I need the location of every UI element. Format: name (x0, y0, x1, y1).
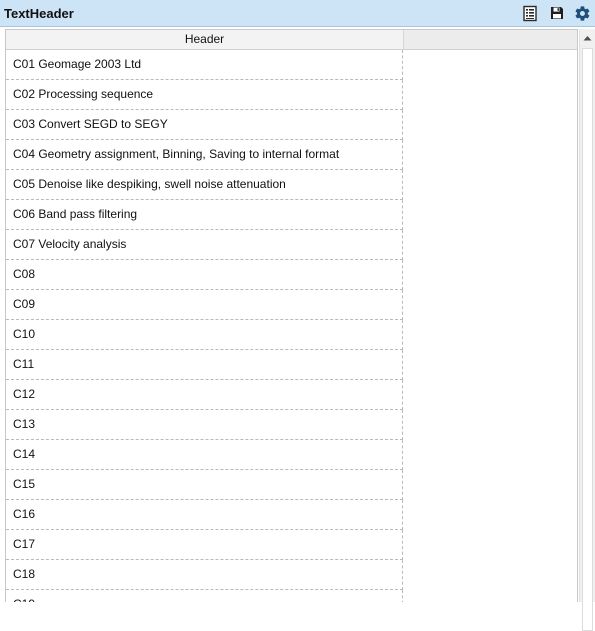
table-row[interactable]: C13 (6, 410, 403, 440)
table-row[interactable]: C19 (6, 590, 403, 602)
table-row[interactable]: C01 Geomage 2003 Ltd (6, 50, 403, 80)
table-row[interactable]: C07 Velocity analysis (6, 230, 403, 260)
table-row[interactable]: C08 (6, 260, 403, 290)
table-row[interactable]: C15 (6, 470, 403, 500)
table-row[interactable]: C12 (6, 380, 403, 410)
table-row[interactable]: C16 (6, 500, 403, 530)
table-row[interactable]: C11 (6, 350, 403, 380)
table-row[interactable]: C04 Geometry assignment, Binning, Saving… (6, 140, 403, 170)
scroll-up-arrow-icon[interactable] (580, 29, 595, 46)
panel-title: TextHeader (4, 6, 74, 21)
grid-rows: C01 Geomage 2003 Ltd C02 Processing seque… (6, 50, 404, 602)
gear-icon[interactable] (574, 5, 592, 23)
scrollbar-thumb[interactable] (582, 48, 593, 631)
panel-title-bar: TextHeader (0, 0, 595, 27)
vertical-scrollbar[interactable] (579, 29, 595, 631)
table-row[interactable]: C09 (6, 290, 403, 320)
list-icon[interactable] (522, 5, 540, 23)
text-header-grid: Header C01 Geomage 2003 Ltd C02 Processin… (5, 29, 578, 602)
table-row[interactable]: C17 (6, 530, 403, 560)
column-header-header[interactable]: Header (6, 30, 404, 50)
table-row[interactable]: C10 (6, 320, 403, 350)
table-row[interactable]: C06 Band pass filtering (6, 200, 403, 230)
table-row[interactable]: C14 (6, 440, 403, 470)
save-icon[interactable] (549, 5, 567, 23)
grid-header-row: Header (6, 30, 577, 50)
header-filler (404, 30, 577, 50)
table-row[interactable]: C05 Denoise like despiking, swell noise … (6, 170, 403, 200)
table-row[interactable]: C18 (6, 560, 403, 590)
table-row[interactable]: C02 Processing sequence (6, 80, 403, 110)
table-row[interactable]: C03 Convert SEGD to SEGY (6, 110, 403, 140)
